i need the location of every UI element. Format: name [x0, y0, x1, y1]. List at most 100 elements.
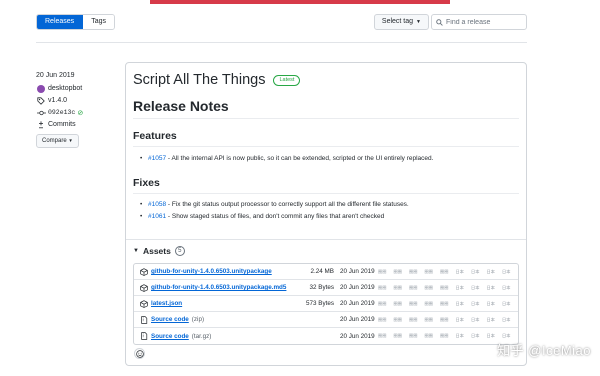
release-notes-heading: Release Notes	[133, 98, 229, 114]
download-label: 日本	[455, 316, 464, 322]
asset-format: (zip)	[191, 316, 205, 323]
fixes-list: • #1058 - Fix the git status output proc…	[140, 201, 516, 225]
latest-badge: Latest	[273, 74, 301, 86]
heading-divider	[133, 193, 519, 194]
download-label: 圈圈	[424, 284, 433, 290]
download-label: 圈圈	[424, 300, 433, 306]
asset-download-labels: 圈圈 圈圈 圈圈 圈圈 圈圈 日本 日本 日本 日本	[378, 317, 518, 323]
commit-row[interactable]: 092e13c ⊘	[36, 107, 121, 118]
download-label: 日本	[471, 284, 480, 290]
package-icon	[140, 283, 148, 292]
release-date: 20 Jun 2019	[36, 72, 75, 79]
issue-link[interactable]: #1058	[148, 201, 166, 208]
issue-link[interactable]: #1061	[148, 213, 166, 220]
asset-date: 20 Jun 2019	[340, 316, 375, 323]
asset-row: latest.json 573 Bytes 20 Jun 2019 圈圈 圈圈 圈圈…	[134, 296, 518, 312]
download-label: 圈圈	[378, 284, 387, 290]
release-title[interactable]: Script All The Things	[133, 72, 265, 88]
assets-list: github-for-unity-1.4.0.6503.unitypackage…	[133, 263, 519, 345]
release-sidebar: 20 Jun 2019 desktopbot v1.4.0 092e13c ⊘	[36, 72, 121, 148]
tag-name: v1.4.0	[48, 97, 68, 104]
download-label: 日本	[455, 284, 464, 290]
assets-count-badge: 5	[174, 246, 185, 256]
download-label: 日本	[502, 316, 511, 322]
download-label: 日本	[486, 268, 495, 274]
assets-toggle[interactable]: ▼ Assets 5	[133, 246, 185, 256]
issue-link[interactable]: #1057	[148, 155, 166, 162]
asset-size: 2.24 MB	[310, 268, 334, 275]
find-release-input[interactable]	[446, 18, 524, 26]
download-label: 日本	[486, 333, 495, 338]
download-label: 圈圈	[393, 284, 402, 290]
asset-download-labels: 圈圈 圈圈 圈圈 圈圈 圈圈 日本 日本 日本 日本	[378, 301, 518, 307]
asset-size: 32 Bytes	[309, 284, 334, 291]
author-row[interactable]: desktopbot	[36, 83, 121, 94]
download-label: 日本	[502, 284, 511, 290]
asset-link[interactable]: Source code	[151, 333, 189, 340]
asset-row: Source code (zip) 20 Jun 2019 圈圈 圈圈 圈圈 圈圈 圈圈…	[134, 312, 518, 328]
heading-divider	[133, 118, 519, 119]
asset-link[interactable]: Source code	[151, 316, 189, 323]
chevron-down-icon: ▼	[416, 19, 421, 25]
asset-link[interactable]: latest.json	[151, 300, 182, 307]
asset-date: 20 Jun 2019	[340, 284, 375, 291]
compare-button[interactable]: Compare ▼	[36, 134, 79, 148]
download-label: 圈圈	[393, 268, 402, 274]
asset-link[interactable]: github-for-unity-1.4.0.6503.unitypackage	[151, 268, 272, 275]
asset-row: github-for-unity-1.4.0.6503.unitypackage…	[134, 280, 518, 296]
tag-icon	[37, 96, 45, 105]
download-label: 圈圈	[378, 333, 387, 338]
download-label: 日本	[471, 300, 480, 306]
releases-tags-switch: Releases Tags	[36, 14, 115, 30]
find-release-box[interactable]	[431, 14, 527, 30]
download-label: 圈圈	[409, 300, 418, 306]
asset-date: 20 Jun 2019	[340, 300, 375, 307]
download-label: 圈圈	[440, 333, 449, 338]
note-text: - Fix the git status output processor to…	[166, 201, 409, 208]
download-label: 圈圈	[378, 316, 387, 322]
commit-sha: 092e13c	[48, 109, 76, 116]
select-tag-label: Select tag	[381, 18, 414, 25]
download-label: 圈圈	[393, 300, 402, 306]
commit-icon	[36, 110, 46, 115]
download-label: 圈圈	[409, 316, 418, 322]
download-label: 日本	[455, 268, 464, 274]
download-label: 圈圈	[440, 316, 449, 322]
release-card: Script All The Things Latest Release Not…	[125, 62, 527, 366]
heading-divider	[133, 146, 519, 147]
download-label: 日本	[502, 268, 511, 274]
asset-format: (tar.gz)	[191, 332, 212, 340]
fixes-heading: Fixes	[133, 177, 160, 189]
toolbar-divider	[36, 42, 527, 43]
download-label: 日本	[471, 333, 480, 338]
note-text: - All the internal API is now public, so…	[166, 155, 434, 162]
package-icon	[140, 299, 148, 308]
note-text: - Show staged status of files, and don't…	[166, 213, 385, 220]
watermark-text: 知乎 @IceMiao	[497, 343, 591, 358]
download-label: 圈圈	[378, 300, 387, 306]
download-label: 日本	[486, 284, 495, 290]
download-label: 日本	[455, 333, 464, 338]
download-label: 日本	[502, 333, 511, 338]
add-reaction-button[interactable]	[134, 348, 145, 359]
asset-download-labels: 圈圈 圈圈 圈圈 圈圈 圈圈 日本 日本 日本 日本	[378, 285, 518, 291]
package-icon	[140, 267, 148, 276]
compare-label: Compare	[42, 138, 67, 144]
list-item: • #1057 - All the internal API is now pu…	[140, 155, 516, 162]
asset-link[interactable]: github-for-unity-1.4.0.6503.unitypackage…	[151, 284, 286, 291]
commits-row[interactable]: Commits	[36, 119, 121, 130]
select-tag-button[interactable]: Select tag ▼	[373, 14, 429, 30]
download-label: 日本	[455, 300, 464, 306]
download-label: 圈圈	[393, 316, 402, 322]
asset-date: 20 Jun 2019	[340, 268, 375, 275]
file-zip-icon	[141, 315, 148, 324]
tag-row[interactable]: v1.4.0	[36, 95, 121, 106]
download-label: 圈圈	[424, 333, 433, 338]
tab-tags[interactable]: Tags	[83, 15, 114, 29]
release-toolbar: Releases Tags Select tag ▼	[36, 14, 527, 32]
list-item: • #1061 - Show staged status of files, a…	[140, 213, 516, 220]
list-item: • #1058 - Fix the git status output proc…	[140, 201, 516, 208]
tab-releases[interactable]: Releases	[37, 15, 84, 29]
download-label: 日本	[486, 316, 495, 322]
assets-heading: Assets	[142, 246, 171, 256]
